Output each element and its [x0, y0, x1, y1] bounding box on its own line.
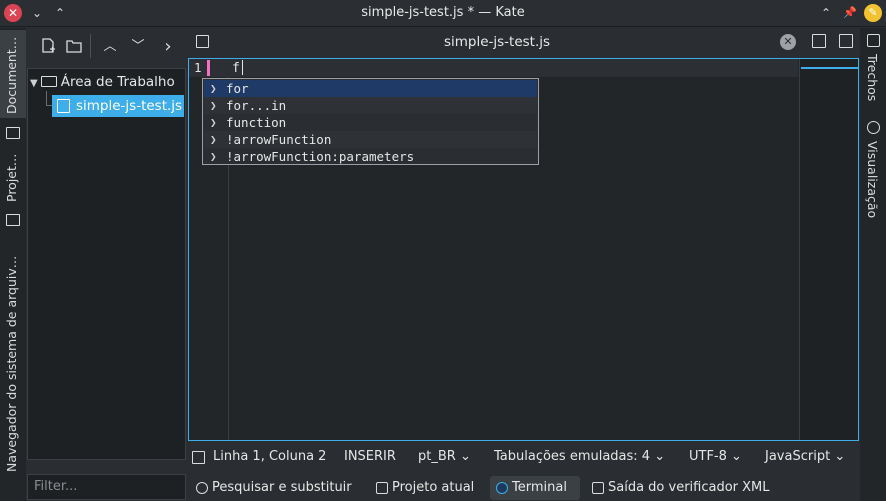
right-sidebar-tabs: Trechos Visualização — [860, 28, 886, 501]
code-line[interactable]: f — [232, 60, 244, 76]
tab-snippets-label: Trechos — [865, 54, 880, 102]
chevron-right-icon: ❯ — [210, 99, 217, 112]
completion-popup: ❯ for ❯ for...in ❯ function ❯ !arrowFunction… — [202, 78, 539, 165]
snippets-icon — [867, 34, 880, 47]
cursor-position[interactable]: Linha 1, Coluna 2 — [213, 449, 326, 464]
tab-xml-checker-output[interactable]: Saída do verificador XML — [586, 476, 770, 500]
tree-folder-workspace[interactable]: ▼ Área de Trabalho — [30, 71, 185, 93]
minimap-viewport — [801, 67, 858, 69]
tab-projects-label: Projet… — [4, 153, 19, 202]
toolbar-separator — [90, 34, 91, 58]
tree-file-label: simple-js-test.js — [76, 98, 183, 114]
current-line-highlight — [189, 59, 798, 77]
modified-line-marker — [207, 60, 210, 76]
tree-folder-label: Área de Trabalho — [60, 74, 175, 90]
chevron-down-icon: ⌄ — [731, 449, 742, 464]
new-document-icon[interactable] — [39, 38, 57, 56]
forward-button[interactable]: › — [159, 38, 177, 56]
preview-icon — [867, 121, 880, 134]
folder-icon — [40, 75, 57, 87]
window-title: simple-js-test.js * — Kate — [361, 5, 525, 20]
encoding-selector[interactable]: UTF-8 ⌄ — [689, 449, 742, 464]
dictionary-selector[interactable]: pt_BR ⌄ — [418, 449, 471, 464]
document-toolbar: ︿ ﹀ › — [27, 28, 186, 64]
edit-mode-icon[interactable]: ✎ — [864, 4, 882, 22]
chevron-right-icon: ❯ — [210, 133, 217, 146]
chevron-right-icon: ❯ — [210, 116, 217, 129]
next-document-button[interactable]: ﹀ — [129, 38, 147, 56]
tab-terminal[interactable]: Terminal — [490, 476, 580, 500]
previous-document-button[interactable]: ︿ — [101, 38, 119, 56]
indentation-selector[interactable]: Tabulações emuladas: 4 ⌄ — [494, 449, 665, 464]
text-cursor — [241, 60, 244, 75]
terminal-icon — [496, 482, 508, 494]
completion-item[interactable]: ❯ !arrowFunction:parameters — [204, 148, 537, 165]
tab-preview-label: Visualização — [865, 141, 880, 219]
chevron-right-icon: ❯ — [210, 150, 217, 163]
chevron-down-icon: ⌄ — [654, 449, 666, 464]
projects-icon — [6, 214, 20, 226]
completion-item[interactable]: ❯ for — [204, 80, 537, 97]
chevron-down-icon[interactable]: ▼ — [30, 78, 38, 89]
documents-icon — [6, 127, 20, 139]
status-bar: Linha 1, Coluna 2 INSERIR pt_BR ⌄ Tabula… — [188, 444, 859, 470]
tab-filesystem-browser[interactable]: Navegador do sistema de arquiv… — [0, 236, 26, 476]
tab-projects[interactable]: Projet… — [0, 150, 26, 210]
code-text: f — [232, 61, 240, 76]
tab-search-replace[interactable]: Pesquisar e substituir — [190, 476, 352, 500]
left-sidebar-tabs: Document… Projet… Navegador do sistema d… — [0, 28, 26, 501]
close-document-button[interactable]: ✕ — [780, 34, 796, 50]
tab-documents-label: Document… — [4, 36, 19, 114]
minimap[interactable] — [799, 59, 858, 440]
save-status-icon[interactable] — [192, 451, 205, 464]
split-view-icon[interactable] — [839, 34, 853, 48]
pin-icon[interactable]: 📌 — [841, 4, 859, 22]
search-icon — [196, 482, 208, 494]
title-bar: ✕ ⌄ ⌃ simple-js-test.js * — Kate ⌃ 📌 ✎ — [0, 0, 886, 27]
document-tab-title[interactable]: simple-js-test.js — [188, 34, 806, 50]
line-number: 1 — [194, 60, 202, 75]
project-icon — [376, 482, 388, 494]
completion-item[interactable]: ❯ function — [204, 114, 537, 131]
bottom-tool-tabs: Pesquisar e substituir Projeto atual Ter… — [188, 475, 860, 501]
tree-file-item[interactable]: simple-js-test.js — [52, 95, 184, 117]
chevron-down-icon: ⌄ — [459, 449, 471, 464]
tree-guide — [46, 91, 47, 105]
file-icon — [57, 99, 70, 113]
open-folder-icon[interactable] — [65, 38, 83, 56]
filter-input[interactable]: Filter... — [27, 474, 186, 500]
document-icon — [592, 482, 604, 494]
completion-item[interactable]: ❯ for...in — [204, 97, 537, 114]
document-tree: ▼ Área de Trabalho simple-js-test.js — [27, 68, 186, 460]
editor-tab-bar: simple-js-test.js ✕ — [188, 28, 806, 56]
keep-above-button[interactable]: ⌃ — [817, 4, 835, 22]
tab-current-project[interactable]: Projeto atual — [370, 476, 474, 500]
chevron-right-icon: ❯ — [210, 82, 217, 95]
syntax-selector[interactable]: JavaScript ⌄ — [765, 449, 845, 464]
input-mode[interactable]: INSERIR — [344, 449, 396, 464]
completion-item[interactable]: ❯ !arrowFunction — [204, 131, 537, 148]
tab-filesystem-label: Navegador do sistema de arquiv… — [4, 255, 19, 472]
new-tab-icon[interactable] — [812, 34, 826, 48]
tab-documents[interactable]: Document… — [0, 30, 26, 118]
document-panel: ︿ ﹀ › ▼ Área de Trabalho simple-js-test.j… — [27, 28, 186, 501]
chevron-down-icon: ⌄ — [834, 449, 846, 464]
